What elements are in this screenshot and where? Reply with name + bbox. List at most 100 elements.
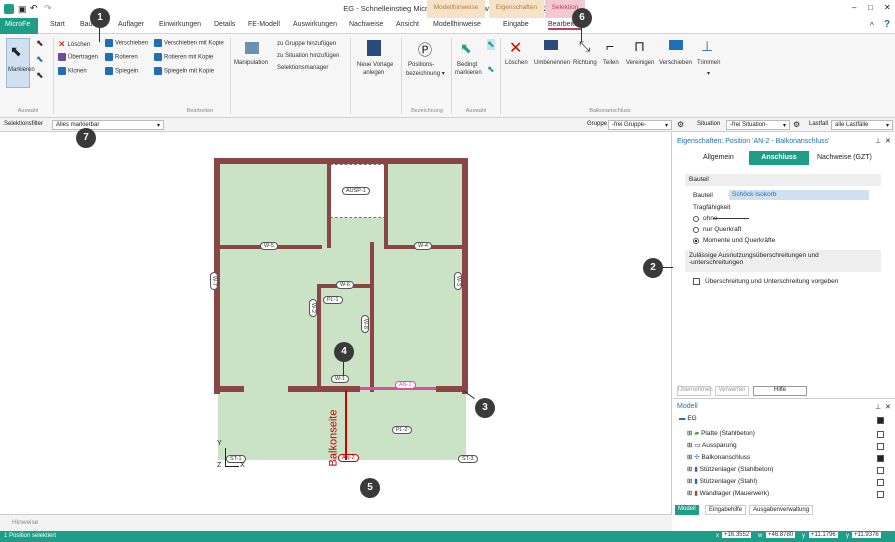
balkon-verschieben-button[interactable]: Verschieben <box>659 38 695 78</box>
label-w4[interactable]: W-4 <box>414 242 432 250</box>
tree-root-eg[interactable]: ▬ EG <box>679 415 697 422</box>
label-pl2[interactable]: PL-2 <box>392 426 412 434</box>
tree-item-stuetzenlager-stahl[interactable]: ⊞ ▮ Stützenlager (Stahl) <box>687 477 757 485</box>
tab-details[interactable]: Details <box>214 21 235 28</box>
tab-fe-modell[interactable]: FE-Modell <box>248 21 280 28</box>
collapse-ribbon-icon[interactable]: ^ <box>870 21 874 30</box>
tree-item-balkonanschluss[interactable]: ⊞ ✢ Balkonanschluss <box>687 453 750 461</box>
tab-nachweise[interactable]: Nachweise <box>349 21 383 28</box>
radio-nur-querkraft[interactable] <box>693 227 699 233</box>
label-st3[interactable]: ST-3 <box>458 455 478 463</box>
help-icon[interactable]: ? <box>884 19 890 30</box>
select-green-icon[interactable]: ⬉ <box>487 39 495 50</box>
klonen-button[interactable]: Klonen <box>58 67 87 75</box>
tree-item-aussparung[interactable]: ⊞ ▭ Aussparung <box>687 441 737 449</box>
uebernehmen-button[interactable]: Übernehmen <box>677 386 713 396</box>
loeschen-button[interactable]: ✕ Löschen <box>58 39 90 50</box>
pin-icon[interactable]: ⊥ <box>875 403 881 411</box>
label-w2[interactable]: W-2 <box>308 299 317 317</box>
section-bauteil-header[interactable]: Bauteil <box>685 174 881 186</box>
model-tab-eingabehilfe[interactable]: Eingabehilfe <box>705 505 747 515</box>
ueberschreitung-checkbox[interactable] <box>693 278 700 285</box>
tab-einwirkungen[interactable]: Einwirkungen <box>159 21 201 28</box>
teilen-button[interactable]: ⌐ Teilen <box>603 38 625 78</box>
spiegeln-kopie-button[interactable]: Spiegeln mit Kopie <box>154 67 214 75</box>
visibility-checkbox[interactable] <box>877 417 884 424</box>
balkon-loeschen-button[interactable]: ✕ Löschen <box>505 38 531 78</box>
tree-item-stuetzenlager-stb[interactable]: ⊞ ▮ Stützenlager (Stahlbeton) <box>687 465 773 473</box>
verwerfen-button[interactable]: Verwerfen <box>715 386 749 396</box>
tab-start[interactable]: Start <box>50 21 65 28</box>
situation-select[interactable]: -frei Situation- ▾ <box>726 120 790 130</box>
visibility-checkbox[interactable] <box>877 431 884 438</box>
visibility-checkbox[interactable] <box>877 491 884 498</box>
wall-bottom-left[interactable] <box>214 386 244 392</box>
rotieren-kopie-button[interactable]: Rotieren mit Kopie <box>154 53 213 61</box>
minimize-button[interactable]: – <box>852 3 856 12</box>
spiegeln-button[interactable]: Spiegeln <box>105 67 138 75</box>
vereinigen-button[interactable]: ⊓ Vereinigen <box>626 38 658 78</box>
label-w7[interactable]: W-7 <box>209 272 218 290</box>
label-w5[interactable]: W-5 <box>260 242 278 250</box>
wall-inner-v1[interactable] <box>327 162 331 248</box>
selektionsmanager-button[interactable]: Selektionsmanager <box>277 65 328 71</box>
panel-close-icon[interactable]: ✕ <box>885 137 891 145</box>
tree-item-platte[interactable]: ⊞ ▰ Platte (Stahlbeton) <box>687 429 755 437</box>
label-w3[interactable]: W-3 <box>453 272 462 290</box>
rotieren-button[interactable]: Rotieren <box>105 53 138 61</box>
manipulation-button[interactable]: Manipulation <box>234 42 274 82</box>
model-tab-modell[interactable]: Modell <box>675 505 699 515</box>
tab-microfe[interactable]: MicroFe <box>0 18 38 34</box>
label-ausp1[interactable]: AUSP-1 <box>342 187 370 195</box>
label-w6[interactable]: W-6 <box>336 281 354 289</box>
drawing-canvas[interactable]: AUSP-1 W-5 W-4 W-6 W-7 W-3 PL-1 W-2 W-8 … <box>0 8 687 514</box>
props-tab-allgemein[interactable]: Allgemein <box>703 154 734 161</box>
selektionsfilter-select[interactable]: Alles markierbar ▾ <box>52 120 164 130</box>
section-ausnutzung-header[interactable]: Zulässige Ausnutzungsüberschreitungen un… <box>685 250 881 272</box>
hilfe-button[interactable]: Hilfe <box>753 386 807 396</box>
select-variant3-icon[interactable]: ⬉ <box>36 70 44 81</box>
zu-gruppe-button[interactable]: zu Gruppe hinzufügen <box>277 41 336 47</box>
tab-auflager[interactable]: Auflager <box>118 21 144 28</box>
umbenennen-button[interactable]: Umbenennen <box>534 38 570 78</box>
verschieben-button[interactable]: Verschieben <box>105 39 148 47</box>
lastfall-select[interactable]: alle Lastfälle ▾ <box>831 120 893 130</box>
zu-situation-button[interactable]: zu Situation hinzufügen <box>277 53 339 59</box>
panel-close-icon[interactable]: ✕ <box>885 403 891 411</box>
wall-inner-v2[interactable] <box>384 162 388 248</box>
bedingt-markieren-button[interactable]: ⬉ Bedingt markieren <box>455 38 485 92</box>
wall-w2[interactable] <box>317 284 321 392</box>
select-variant-icon[interactable]: ⬉ <box>36 38 44 49</box>
pin-icon[interactable]: ⊥ <box>875 137 881 145</box>
visibility-checkbox[interactable] <box>877 467 884 474</box>
radio-ohne[interactable] <box>693 216 699 222</box>
tab-eingabe[interactable]: Eingabe <box>503 21 529 28</box>
balcony-plate[interactable] <box>218 390 466 460</box>
gruppe-select[interactable]: -frei Gruppe- ▾ <box>608 120 672 130</box>
visibility-checkbox[interactable] <box>877 479 884 486</box>
wall-top[interactable] <box>214 158 468 164</box>
visibility-checkbox[interactable] <box>877 455 884 462</box>
label-an2[interactable]: AN-2 <box>338 454 359 462</box>
hinweise-bar[interactable]: Hinweise <box>0 514 672 531</box>
props-tab-anschluss[interactable]: Anschluss <box>749 151 809 165</box>
tab-auswirkungen[interactable]: Auswirkungen <box>293 21 337 28</box>
tree-item-wandlager[interactable]: ⊞ ▮ Wandlager (Mauerwerk) <box>687 489 769 497</box>
neue-vorlage-button[interactable]: Neue Vorlage anlegen <box>354 38 398 92</box>
positionsbezeichnung-button[interactable]: Ⓟ Positions- bezeichnung ▾ <box>404 38 450 92</box>
bauteil-select[interactable]: Schöck Isokorb <box>729 190 869 200</box>
maximize-button[interactable]: □ <box>868 3 873 12</box>
visibility-checkbox[interactable] <box>877 443 884 450</box>
label-w8[interactable]: W-8 <box>360 315 369 333</box>
select-variant2-icon[interactable]: ⬉ <box>36 54 44 65</box>
tab-ansicht[interactable]: Ansicht <box>396 21 419 28</box>
tab-modellhinweise[interactable]: Modellhinweise <box>433 21 481 28</box>
richtung-button[interactable]: ⤡ Richtung <box>573 38 601 78</box>
label-w1[interactable]: W-1 <box>331 375 349 383</box>
verschieben-kopie-button[interactable]: Verschieben mit Kopie <box>154 39 224 47</box>
trimmen-button[interactable]: ⊥ Trimmen ▾ <box>697 38 723 82</box>
wall-w3[interactable] <box>370 242 374 392</box>
props-tab-nachweise[interactable]: Nachweise (GZT) <box>817 154 872 161</box>
chevron-down-icon[interactable]: ▾ <box>707 70 710 77</box>
radio-momente-querkraefte[interactable] <box>693 238 699 244</box>
